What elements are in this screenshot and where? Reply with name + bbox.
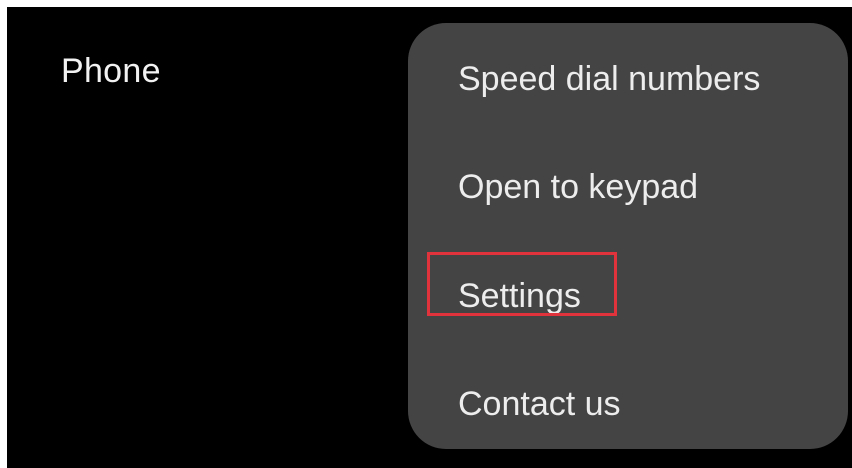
menu-item-open-to-keypad[interactable]: Open to keypad: [458, 159, 698, 215]
menu-item-speed-dial-numbers[interactable]: Speed dial numbers: [458, 51, 760, 107]
app-title: Phone: [61, 52, 161, 90]
phone-screen: Phone Speed dial numbers Open to keypad …: [7, 7, 852, 468]
menu-item-contact-us[interactable]: Contact us: [458, 376, 621, 432]
overflow-menu: Speed dial numbers Open to keypad Settin…: [408, 23, 848, 449]
menu-item-settings[interactable]: Settings: [458, 268, 581, 324]
